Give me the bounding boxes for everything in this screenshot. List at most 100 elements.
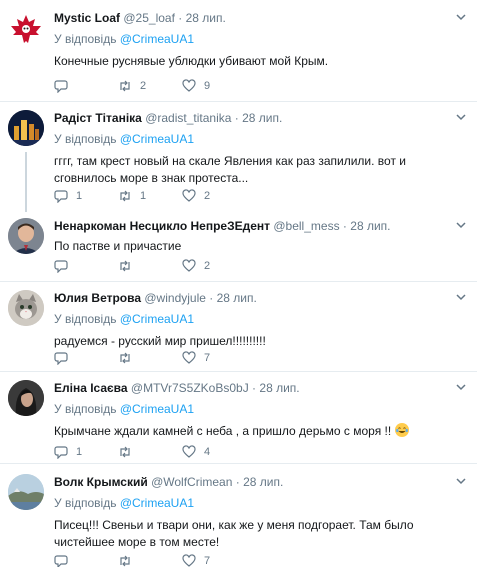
chevron-down-icon[interactable] bbox=[455, 475, 467, 487]
retweet-icon bbox=[120, 80, 130, 92]
retweet-icon bbox=[120, 555, 130, 567]
like-button[interactable]: 7 bbox=[182, 350, 246, 366]
tweet-date[interactable]: 28 лип. bbox=[259, 381, 299, 395]
chevron-down-icon[interactable] bbox=[455, 381, 467, 393]
chevron-down-icon[interactable] bbox=[455, 291, 467, 303]
tweet-date[interactable]: 28 лип. bbox=[217, 291, 257, 305]
tweet-date[interactable]: 28 лип. bbox=[350, 219, 390, 233]
reply-button[interactable]: 1 bbox=[54, 444, 118, 460]
user-handle[interactable]: @MTVr7S5ZKoBs0bJ bbox=[131, 381, 249, 395]
avatar[interactable] bbox=[8, 474, 44, 510]
action-bar: 1 4 bbox=[54, 444, 246, 460]
tweet[interactable]: Ненаркоман Несцикло НепреЗЕдент @bell_me… bbox=[0, 212, 477, 282]
display-name[interactable]: Волк Крымский bbox=[54, 475, 148, 489]
tweet-date[interactable]: 28 лип. bbox=[242, 111, 282, 125]
tweet[interactable]: Волк Крымский @WolfCrimean · 28 лип. У в… bbox=[0, 464, 477, 567]
reply-button[interactable] bbox=[54, 350, 118, 366]
reply-mention-link[interactable]: @CrimeaUA1 bbox=[120, 496, 194, 510]
reply-button[interactable] bbox=[54, 553, 118, 567]
user-handle[interactable]: @windyjule bbox=[144, 291, 206, 305]
reply-mention-link[interactable]: @CrimeaUA1 bbox=[120, 132, 194, 146]
reply-context: У відповідь @CrimeaUA1 bbox=[54, 311, 467, 327]
retweet-button[interactable] bbox=[118, 350, 182, 366]
reply-context: У відповідь @CrimeaUA1 bbox=[54, 401, 467, 417]
user-handle[interactable]: @WolfCrimean bbox=[151, 475, 232, 489]
avatar[interactable] bbox=[8, 110, 44, 146]
like-button[interactable]: 9 bbox=[182, 78, 246, 94]
tweet-text: Крымчане ждали камней с неба , а пришло … bbox=[54, 424, 392, 438]
man-portrait-icon bbox=[8, 218, 44, 254]
separator-dot: · bbox=[252, 381, 257, 395]
user-handle[interactable]: @25_loaf bbox=[123, 11, 175, 25]
user-handle[interactable]: @bell_mess bbox=[273, 219, 339, 233]
separator-dot: · bbox=[235, 475, 240, 489]
like-count: 2 bbox=[204, 260, 211, 272]
like-button[interactable]: 2 bbox=[182, 258, 246, 274]
woman-portrait-icon bbox=[8, 380, 44, 416]
tweet[interactable]: Радіст Тітаніка @radist_titanika · 28 ли… bbox=[0, 102, 477, 212]
action-bar: 2 bbox=[54, 258, 246, 274]
like-button[interactable]: 4 bbox=[182, 444, 246, 460]
heart-icon bbox=[182, 189, 196, 202]
maple-leaf-skull-icon bbox=[11, 15, 41, 43]
like-button[interactable]: 2 bbox=[182, 188, 246, 204]
retweet-button[interactable] bbox=[118, 258, 182, 274]
avatar[interactable] bbox=[8, 290, 44, 326]
retweet-button[interactable]: 2 bbox=[118, 78, 182, 94]
like-count: 9 bbox=[204, 80, 211, 92]
retweet-button[interactable]: 1 bbox=[118, 188, 182, 204]
tweet-text: радуемся - русский мир пришел!!!!!!!!!! bbox=[54, 334, 266, 348]
reply-mention-link[interactable]: @CrimeaUA1 bbox=[120, 32, 194, 46]
chevron-down-icon[interactable] bbox=[455, 111, 467, 123]
tweet-header: Ненаркоман Несцикло НепреЗЕдент @bell_me… bbox=[54, 218, 467, 234]
tweet[interactable]: Юлия Ветрова @windyjule · 28 лип. У відп… bbox=[0, 282, 477, 372]
laughing-tears-emoji-icon bbox=[394, 423, 409, 437]
reply-count: 1 bbox=[76, 446, 83, 458]
kitten-icon bbox=[8, 290, 44, 326]
action-bar: 2 9 bbox=[54, 78, 246, 94]
action-bar: 7 bbox=[54, 350, 246, 366]
display-name[interactable]: Радіст Тітаніка bbox=[54, 111, 142, 125]
retweet-button[interactable] bbox=[118, 444, 182, 460]
avatar[interactable] bbox=[8, 380, 44, 416]
display-name[interactable]: Ненаркоман Несцикло НепреЗЕдент bbox=[54, 219, 270, 233]
display-name[interactable]: Юлия Ветрова bbox=[54, 291, 141, 305]
tweet-date[interactable]: 28 лип. bbox=[186, 11, 226, 25]
tweet-header: Mystic Loaf @25_loaf · 28 лип. bbox=[54, 10, 467, 26]
display-name[interactable]: Еліна Ісаєва bbox=[54, 381, 128, 395]
reply-mention-link[interactable]: @CrimeaUA1 bbox=[120, 402, 194, 416]
avatar[interactable] bbox=[8, 218, 44, 254]
retweet-icon bbox=[120, 446, 130, 458]
avatar[interactable] bbox=[8, 12, 44, 48]
reply-count: 1 bbox=[76, 190, 83, 202]
tweet-text: Конечные руснявые ублюдки убивают мой Кр… bbox=[54, 54, 329, 68]
tweet[interactable]: Mystic Loaf @25_loaf · 28 лип. У відпові… bbox=[0, 0, 477, 102]
user-handle[interactable]: @radist_titanika bbox=[145, 111, 231, 125]
tweet-text-row: Крымчане ждали камней с неба , а пришло … bbox=[54, 423, 467, 440]
chevron-down-icon[interactable] bbox=[455, 11, 467, 23]
tweet-text: гггг, там крест новый на скале Явления к… bbox=[54, 154, 406, 185]
tweet-text: Писец!!! Свеньи и твари они, как же у ме… bbox=[54, 518, 414, 549]
heart-icon bbox=[182, 554, 196, 567]
tweet-date[interactable]: 28 лип. bbox=[243, 475, 283, 489]
reply-icon bbox=[54, 80, 68, 93]
separator-dot: · bbox=[178, 11, 183, 25]
chevron-down-icon[interactable] bbox=[455, 219, 467, 231]
reply-button[interactable] bbox=[54, 258, 118, 274]
like-button[interactable]: 7 bbox=[182, 553, 246, 567]
reply-context: У відповідь @CrimeaUA1 bbox=[54, 495, 467, 511]
tweet[interactable]: Еліна Ісаєва @MTVr7S5ZKoBs0bJ · 28 лип. … bbox=[0, 372, 477, 464]
reply-button[interactable]: 1 bbox=[54, 188, 118, 204]
reply-context: У відповідь @CrimeaUA1 bbox=[54, 131, 467, 147]
reply-icon bbox=[54, 446, 68, 459]
heart-icon bbox=[182, 445, 196, 458]
thread-connector bbox=[25, 152, 27, 212]
reply-prefix: У відповідь bbox=[54, 402, 117, 416]
like-count: 2 bbox=[204, 190, 211, 202]
display-name[interactable]: Mystic Loaf bbox=[54, 11, 120, 25]
reply-button[interactable] bbox=[54, 78, 118, 94]
retweet-button[interactable] bbox=[118, 553, 182, 567]
separator-dot: · bbox=[234, 111, 239, 125]
reply-mention-link[interactable]: @CrimeaUA1 bbox=[120, 312, 194, 326]
reply-prefix: У відповідь bbox=[54, 312, 117, 326]
